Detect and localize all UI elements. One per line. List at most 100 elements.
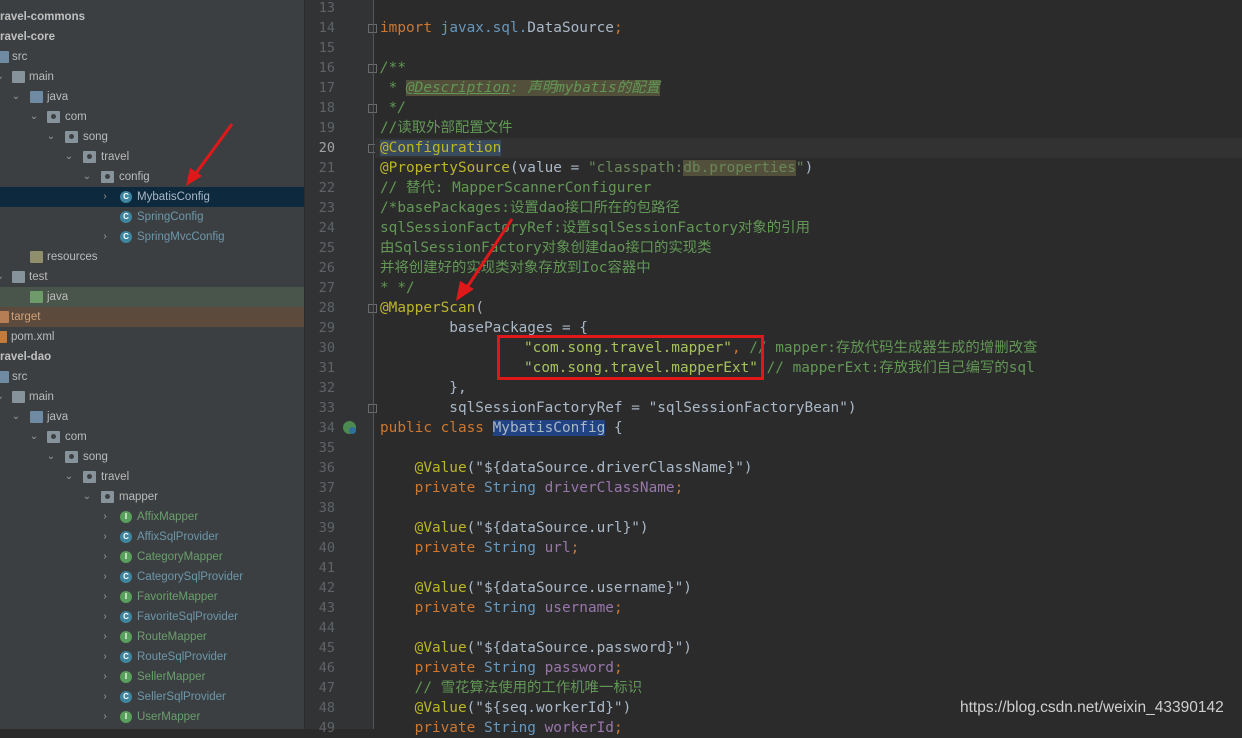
chevron-down-icon[interactable]: ⌄ (11, 407, 21, 427)
tree-class-sellersqlprovider[interactable]: › C SellerSqlProvider (0, 687, 304, 707)
line-number: 34 (318, 420, 335, 436)
chevron-right-icon[interactable]: › (100, 667, 110, 687)
chevron-right-icon[interactable]: › (100, 647, 110, 667)
chevron-right-icon[interactable]: › (100, 687, 110, 707)
line-number: 40 (318, 540, 335, 556)
tree-folder-java[interactable]: ⌄ java (0, 87, 304, 107)
line-number: 27 (318, 280, 335, 296)
tree-interface-usermapper[interactable]: › I UserMapper (0, 707, 304, 727)
keyword-token: private (380, 480, 484, 496)
tree-interface-favoritemapper[interactable]: › I FavoriteMapper (0, 587, 304, 607)
tree-folder-test-java[interactable]: java (0, 287, 304, 307)
tree-package-travel[interactable]: ⌄ travel (0, 147, 304, 167)
tree-class-routesqlprovider[interactable]: › C RouteSqlProvider (0, 647, 304, 667)
chevron-down-icon[interactable]: ⌄ (64, 467, 74, 487)
chevron-down-icon[interactable]: ⌄ (82, 167, 92, 187)
spring-bean-icon[interactable] (343, 421, 356, 434)
chevron-right-icon[interactable]: › (100, 627, 110, 647)
tree-folder-main[interactable]: ⌄ main (0, 387, 304, 407)
tree-folder-resources[interactable]: resources (0, 247, 304, 267)
folder-icon (30, 291, 43, 303)
class-token: DataSource (527, 20, 614, 36)
tree-package-com[interactable]: ⌄ com (0, 427, 304, 447)
line-number: 24 (318, 220, 335, 236)
chevron-right-icon[interactable]: › (100, 547, 110, 567)
class-icon: C (120, 611, 132, 623)
tree-folder-target[interactable]: target (0, 307, 304, 327)
tree-folder-java[interactable]: ⌄ java (0, 407, 304, 427)
chevron-down-icon[interactable]: ⌄ (46, 127, 56, 147)
package-icon (65, 131, 78, 143)
editor-gutter: 13 14 15 16 17 18 19 20 21 22 23 24 25 2… (305, 0, 377, 736)
tree-interface-affixmapper[interactable]: › I AffixMapper (0, 507, 304, 527)
tree-row-label: java (47, 411, 69, 423)
tree-class-mybatisconfig[interactable]: › C MybatisConfig (0, 187, 304, 207)
tree-folder-src[interactable]: src (0, 47, 304, 67)
chevron-down-icon[interactable]: ⌄ (0, 387, 5, 407)
code-line: private String driverClassName; (380, 478, 684, 498)
tree-row-label: SpringMvcConfig (137, 231, 225, 243)
chevron-down-icon[interactable]: ⌄ (46, 447, 56, 467)
tree-interface-routemapper[interactable]: › I RouteMapper (0, 627, 304, 647)
tree-class-favoritesqlprovider[interactable]: › C FavoriteSqlProvider (0, 607, 304, 627)
chevron-right-icon[interactable]: › (100, 507, 110, 527)
string-token: ("${dataSource.password}") (466, 640, 692, 656)
chevron-down-icon[interactable]: ⌄ (82, 487, 92, 507)
interface-icon: I (120, 551, 132, 563)
chevron-down-icon[interactable]: ⌄ (29, 427, 39, 447)
tree-interface-categorymapper[interactable]: › I CategoryMapper (0, 547, 304, 567)
type-token: String (483, 540, 545, 556)
tree-package-song[interactable]: ⌄ song (0, 127, 304, 147)
chevron-right-icon[interactable]: › (100, 527, 110, 547)
tree-interface-sellermapper[interactable]: › I SellerMapper (0, 667, 304, 687)
tree-package-com[interactable]: ⌄ com (0, 107, 304, 127)
chevron-down-icon[interactable]: ⌄ (64, 147, 74, 167)
tree-module-travel-core[interactable]: ravel-core (0, 27, 304, 47)
tree-folder-src[interactable]: src (0, 367, 304, 387)
chevron-down-icon[interactable]: ⌄ (11, 87, 21, 107)
code-line: */ (380, 100, 406, 116)
interface-icon: I (120, 631, 132, 643)
annotation-token: @Value (380, 520, 467, 536)
chevron-down-icon[interactable]: ⌄ (29, 107, 39, 127)
chevron-down-icon[interactable]: ⌄ (0, 67, 5, 87)
red-arrow-icon (456, 218, 514, 301)
tree-package-config[interactable]: ⌄ config (0, 167, 304, 187)
package-token: javax.sql. (440, 20, 528, 36)
code-line: /** (380, 60, 406, 76)
class-icon: C (120, 571, 132, 583)
type-token: String (483, 480, 545, 496)
chevron-right-icon[interactable]: › (100, 187, 110, 207)
tree-folder-test[interactable]: ⌄ test (0, 267, 304, 287)
tree-package-travel[interactable]: ⌄ travel (0, 467, 304, 487)
chevron-right-icon[interactable]: › (100, 607, 110, 627)
tree-class-affixsqlprovider[interactable]: › C AffixSqlProvider (0, 527, 304, 547)
annotation-token: @Value (380, 580, 467, 596)
tree-module-travel-dao[interactable]: ravel-dao (0, 347, 304, 367)
maven-file-icon (0, 331, 7, 343)
line-number: 14 (318, 20, 335, 36)
line-number: 44 (318, 620, 335, 636)
tree-class-springconfig[interactable]: C SpringConfig (0, 207, 304, 227)
string-token: ("${dataSource.driverClassName}") (466, 460, 753, 476)
line-number: 32 (318, 380, 335, 396)
string-token: "sqlSessionFactoryBean" (648, 400, 848, 416)
tree-module-travel-commons[interactable]: ravel-commons (0, 7, 304, 27)
tree-row-label: test (29, 271, 48, 283)
red-highlight-box (497, 335, 764, 380)
type-token: String (483, 600, 545, 616)
chevron-right-icon[interactable]: › (100, 587, 110, 607)
folder-icon (30, 251, 43, 263)
tree-folder-main[interactable]: ⌄ main (0, 67, 304, 87)
tree-class-categorysqlprovider[interactable]: › C CategorySqlProvider (0, 567, 304, 587)
tree-package-mapper[interactable]: ⌄ mapper (0, 487, 304, 507)
tree-row-label: java (47, 291, 69, 303)
chevron-right-icon[interactable]: › (100, 567, 110, 587)
chevron-right-icon[interactable]: › (100, 227, 110, 247)
tree-file-pom[interactable]: pom.xml (0, 327, 304, 347)
tree-class-springmvcconfig[interactable]: › C SpringMvcConfig (0, 227, 304, 247)
chevron-right-icon[interactable]: › (100, 707, 110, 727)
folder-icon (30, 91, 43, 103)
tree-package-song[interactable]: ⌄ song (0, 447, 304, 467)
chevron-down-icon[interactable]: ⌄ (0, 267, 5, 287)
